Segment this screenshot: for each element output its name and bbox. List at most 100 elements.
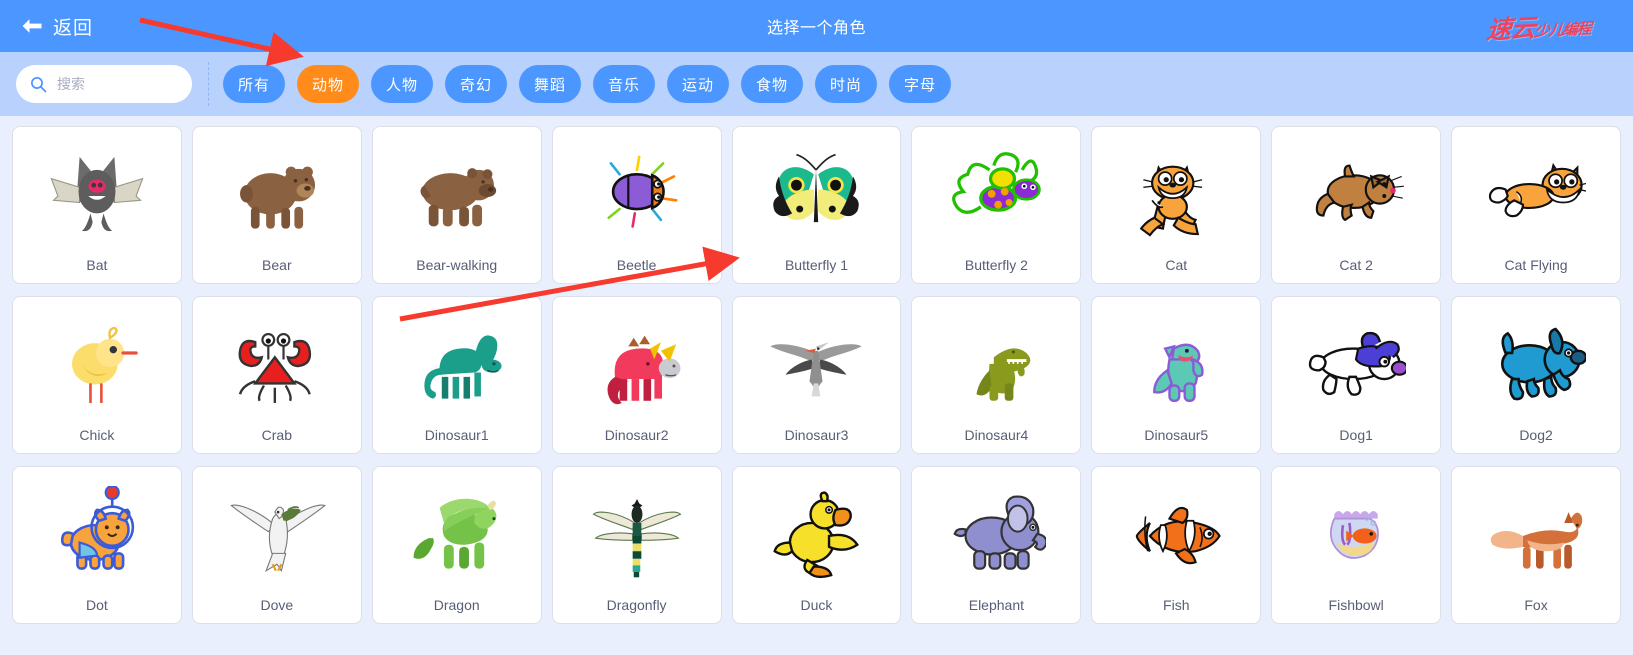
sprite-card[interactable]: Bat <box>12 126 182 284</box>
arrow-left-icon <box>20 17 44 35</box>
sprite-card-label: Cat <box>1165 257 1188 273</box>
category-chip-2[interactable]: 人物 <box>371 65 433 103</box>
category-chip-label: 奇幻 <box>459 76 492 94</box>
fishbowl-icon <box>1272 467 1440 598</box>
beetle-icon <box>553 127 721 258</box>
search-icon <box>16 76 47 93</box>
sprite-card-label: Dinosaur1 <box>424 427 489 443</box>
sprite-card-label: Duck <box>800 597 833 613</box>
sprite-card[interactable]: Dog2 <box>1451 296 1621 454</box>
category-chip-label: 动物 <box>311 76 344 94</box>
sprite-card-label: Butterfly 1 <box>784 257 848 273</box>
dot-icon <box>13 467 181 598</box>
sprite-card-label: Fishbowl <box>1328 597 1384 613</box>
sprite-card[interactable]: Dinosaur5 <box>1091 296 1262 454</box>
sprite-card-label: Fish <box>1163 597 1190 613</box>
sprite-card[interactable]: Crab <box>191 296 362 454</box>
category-chip-label: 字母 <box>903 76 936 94</box>
top-header-bar: 返回 选择一个角色 速云少儿编程 <box>0 0 1633 52</box>
category-chip-0[interactable]: 所有 <box>223 65 285 103</box>
category-chip-label: 所有 <box>237 76 270 94</box>
sprite-library-page: 返回 选择一个角色 速云少儿编程 所有 动物 人物 奇幻 舞蹈 音乐 运动 食物 时尚 字母 <box>0 0 1633 655</box>
category-chip-5[interactable]: 音乐 <box>593 65 655 103</box>
dinosaur3-icon <box>733 297 901 428</box>
elephant-icon <box>912 467 1080 598</box>
sprite-card[interactable]: Cat <box>1091 126 1262 284</box>
category-chip-6[interactable]: 运动 <box>667 65 729 103</box>
bear-walking-icon <box>373 127 541 258</box>
dragon-icon <box>373 467 541 598</box>
cat2-icon <box>1272 127 1440 258</box>
fox-icon <box>1452 467 1620 598</box>
cat-icon <box>1092 127 1260 258</box>
sprite-card[interactable]: Dog1 <box>1271 296 1442 454</box>
search-box[interactable] <box>16 65 192 103</box>
category-chip-8[interactable]: 时尚 <box>815 65 877 103</box>
sprite-card[interactable]: Beetle <box>551 126 722 284</box>
sprite-card-label: Dot <box>86 597 108 613</box>
dove-icon <box>193 467 361 598</box>
sprite-card-label: Bat <box>86 257 108 273</box>
sprite-grid-area: Bat Bear Bear-walking Beetle Butterfly 1… <box>0 116 1633 655</box>
sprite-card-label: Dinosaur4 <box>964 427 1029 443</box>
sprite-card[interactable]: Cat 2 <box>1271 126 1442 284</box>
category-chip-7[interactable]: 食物 <box>741 65 803 103</box>
sprite-card[interactable]: Bear <box>191 126 362 284</box>
sprite-card-label: Bear-walking <box>416 257 498 273</box>
sprite-card[interactable]: Dragonfly <box>551 466 722 624</box>
sprite-card[interactable]: Fishbowl <box>1271 466 1442 624</box>
sprite-card[interactable]: Bear-walking <box>371 126 542 284</box>
dinosaur2-icon <box>553 297 721 428</box>
dinosaur1-icon <box>373 297 541 428</box>
category-chip-label: 音乐 <box>607 76 640 94</box>
bear-icon <box>193 127 361 258</box>
sprite-card[interactable]: Cat Flying <box>1451 126 1621 284</box>
sprite-card[interactable]: Dot <box>12 466 182 624</box>
sprite-card-label: Dog1 <box>1339 427 1373 443</box>
back-button-label: 返回 <box>53 17 94 39</box>
category-chip-3[interactable]: 奇幻 <box>445 65 507 103</box>
sprite-card-label: Dove <box>260 597 294 613</box>
search-input[interactable] <box>57 76 167 92</box>
category-chip-label: 人物 <box>385 76 418 94</box>
category-chip-list: 所有 动物 人物 奇幻 舞蹈 音乐 运动 食物 时尚 字母 <box>223 65 951 103</box>
sprite-card[interactable]: Dinosaur3 <box>731 296 902 454</box>
sprite-card[interactable]: Dove <box>191 466 362 624</box>
sprite-card[interactable]: Fish <box>1091 466 1262 624</box>
sprite-card[interactable]: Dinosaur1 <box>371 296 542 454</box>
category-chip-9[interactable]: 字母 <box>889 65 951 103</box>
category-chip-1[interactable]: 动物 <box>297 65 359 103</box>
category-chip-label: 运动 <box>681 76 714 94</box>
sprite-card-label: Dog2 <box>1519 427 1553 443</box>
dinosaur5-icon <box>1092 297 1260 428</box>
dog2-icon <box>1452 297 1620 428</box>
sprite-card-label: Cat 2 <box>1339 257 1373 273</box>
sprite-card-label: Bear <box>262 257 292 273</box>
sprite-card[interactable]: Butterfly 2 <box>911 126 1082 284</box>
sprite-card[interactable]: Dinosaur4 <box>911 296 1082 454</box>
sprite-card[interactable]: Chick <box>12 296 182 454</box>
sprite-card-label: Dragon <box>433 597 480 613</box>
sprite-card-label: Butterfly 2 <box>964 257 1028 273</box>
back-button[interactable]: 返回 <box>14 11 99 42</box>
crab-icon <box>193 297 361 428</box>
sprite-card[interactable]: Dinosaur2 <box>551 296 722 454</box>
sprite-card[interactable]: Elephant <box>911 466 1082 624</box>
sprite-card-label: Dinosaur5 <box>1144 427 1209 443</box>
sprite-card[interactable]: Butterfly 1 <box>731 126 902 284</box>
filter-divider <box>208 62 209 106</box>
sprite-card[interactable]: Duck <box>731 466 902 624</box>
sprite-card[interactable]: Dragon <box>371 466 542 624</box>
butterfly1-icon <box>733 127 901 258</box>
filter-bar: 所有 动物 人物 奇幻 舞蹈 音乐 运动 食物 时尚 字母 <box>0 52 1633 116</box>
sprite-card-label: Dragonfly <box>606 597 667 613</box>
category-chip-label: 时尚 <box>829 76 862 94</box>
page-title: 选择一个角色 <box>766 20 866 37</box>
chick-icon <box>13 297 181 428</box>
sprite-card-label: Elephant <box>968 597 1025 613</box>
category-chip-4[interactable]: 舞蹈 <box>519 65 581 103</box>
sprite-card[interactable]: Fox <box>1451 466 1621 624</box>
sprite-card-label: Cat Flying <box>1504 257 1568 273</box>
sprite-card-label: Dinosaur3 <box>784 427 849 443</box>
duck-icon <box>733 467 901 598</box>
